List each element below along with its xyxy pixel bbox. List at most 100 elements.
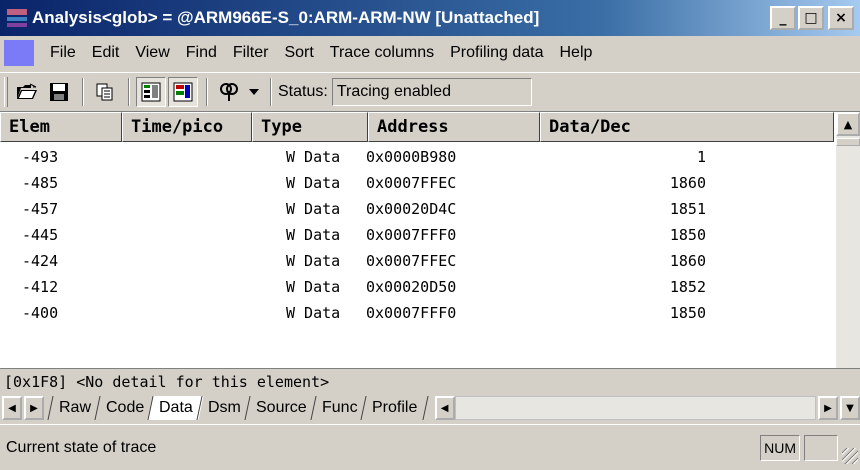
tab-func[interactable]: Func xyxy=(310,396,368,420)
cell-data: 1850 xyxy=(669,226,706,244)
tab-source[interactable]: Source xyxy=(244,396,318,420)
tab-scroll-right-icon[interactable]: ▶ xyxy=(24,396,44,420)
tab-label: Dsm xyxy=(208,399,241,416)
cell-elem: -412 xyxy=(22,278,59,296)
cell-type: W Data xyxy=(286,226,341,244)
cell-data: 1860 xyxy=(669,252,706,270)
table-row[interactable]: -400 W Data 0x0007FFF0 1850 xyxy=(0,300,834,326)
column-header-data[interactable]: Data/Dec xyxy=(540,112,834,142)
filter-view-icon[interactable] xyxy=(136,77,166,107)
horizontal-scrollbar[interactable]: ◀ ▶ ▼ xyxy=(433,396,860,420)
colored-view-icon[interactable] xyxy=(168,77,198,107)
tab-strip: ◀ ▶ Raw Code Data Dsm Source Func Profil… xyxy=(0,394,860,422)
tab-label: Profile xyxy=(372,399,418,416)
table-row[interactable]: -493 W Data 0x0000B980 1 xyxy=(0,144,834,170)
tab-code[interactable]: Code xyxy=(94,396,155,420)
menu-trace-columns[interactable]: Trace columns xyxy=(322,44,442,62)
tab-label: Func xyxy=(321,399,358,416)
trace-grid: Elem Time/pico Type Address Data/Dec -49… xyxy=(0,112,860,368)
scroll-track[interactable] xyxy=(454,396,816,420)
num-indicator: NUM xyxy=(760,434,800,461)
tab-label: Data xyxy=(159,399,194,416)
cell-data: 1 xyxy=(696,148,706,166)
column-header-address[interactable]: Address xyxy=(368,112,540,142)
menu-filter[interactable]: Filter xyxy=(225,44,277,62)
cell-elem: -424 xyxy=(22,252,59,270)
cell-elem: -445 xyxy=(22,226,59,244)
status-label: Status: xyxy=(278,83,328,100)
maximize-button[interactable]: □ xyxy=(798,6,824,30)
table-row[interactable]: -457 W Data 0x00020D4C 1851 xyxy=(0,196,834,222)
scroll-up-icon[interactable]: ▲ xyxy=(836,112,860,136)
menu-help[interactable]: Help xyxy=(552,44,601,62)
tab-raw[interactable]: Raw xyxy=(47,396,102,420)
tab-label: Code xyxy=(106,399,145,416)
status-bar: Current state of trace NUM xyxy=(0,424,860,470)
tab-dsm[interactable]: Dsm xyxy=(196,396,252,420)
toolbar-separator xyxy=(82,78,84,106)
cell-type: W Data xyxy=(286,148,341,166)
menu-profiling-data[interactable]: Profiling data xyxy=(442,44,551,62)
save-icon[interactable] xyxy=(44,77,74,107)
scroll-down-icon[interactable]: ▼ xyxy=(840,396,860,420)
copy-icon[interactable] xyxy=(90,77,120,107)
cell-type: W Data xyxy=(286,278,341,296)
menu-sort[interactable]: Sort xyxy=(276,44,321,62)
scroll-right-icon[interactable]: ▶ xyxy=(818,396,838,420)
column-header-time[interactable]: Time/pico xyxy=(122,112,252,142)
detail-line: [0x1F8] <No detail for this element> xyxy=(0,368,860,394)
status-text: Current state of trace xyxy=(6,438,157,456)
window-title: Analysis<glob> = @ARM966E-S_0:ARM-ARM-NW… xyxy=(32,8,540,27)
status-panel-empty xyxy=(804,434,838,461)
trace-options-icon[interactable] xyxy=(214,77,244,107)
table-row[interactable]: -485 W Data 0x0007FFEC 1860 xyxy=(0,170,834,196)
scroll-left-icon[interactable]: ◀ xyxy=(434,396,455,420)
cell-address: 0x0007FFEC xyxy=(366,174,457,192)
column-header-type[interactable]: Type xyxy=(252,112,368,142)
cell-elem: -457 xyxy=(22,200,59,218)
system-menu-icon[interactable] xyxy=(4,40,34,66)
toolbar-separator xyxy=(128,78,130,106)
cell-address: 0x0007FFF0 xyxy=(366,226,457,244)
close-button[interactable]: × xyxy=(828,6,854,30)
cell-type: W Data xyxy=(286,200,341,218)
cell-type: W Data xyxy=(286,174,341,192)
menu-bar: File Edit View Find Filter Sort Trace co… xyxy=(0,36,860,70)
grid-header: Elem Time/pico Type Address Data/Dec xyxy=(0,112,834,142)
tab-data[interactable]: Data xyxy=(147,396,204,420)
cell-address: 0x00020D50 xyxy=(366,278,457,296)
toolbar-separator xyxy=(270,78,272,106)
table-row[interactable]: -412 W Data 0x00020D50 1852 xyxy=(0,274,834,300)
grid-rows: -493 W Data 0x0000B980 1 -485 W Data 0x0… xyxy=(0,144,834,326)
cell-address: 0x0007FFF0 xyxy=(366,304,457,322)
tab-label: Raw xyxy=(59,399,92,416)
cell-data: 1860 xyxy=(669,174,706,192)
table-row[interactable]: -424 W Data 0x0007FFEC 1860 xyxy=(0,248,834,274)
cell-elem: -493 xyxy=(22,148,59,166)
title-bar[interactable]: Analysis<glob> = @ARM966E-S_0:ARM-ARM-NW… xyxy=(0,0,860,36)
vertical-scrollbar[interactable]: ▲ xyxy=(836,112,860,368)
menu-file[interactable]: File xyxy=(42,44,84,62)
toolbar-separator xyxy=(206,78,208,106)
menu-find[interactable]: Find xyxy=(178,44,225,62)
menu-view[interactable]: View xyxy=(127,44,177,62)
minimize-button[interactable]: _ xyxy=(770,6,796,30)
column-header-elem[interactable]: Elem xyxy=(0,112,122,142)
cell-elem: -400 xyxy=(22,304,59,322)
menu-edit[interactable]: Edit xyxy=(84,44,128,62)
tab-label: Source xyxy=(255,399,307,416)
status-field: Tracing enabled xyxy=(331,78,532,106)
table-row[interactable]: -445 W Data 0x0007FFF0 1850 xyxy=(0,222,834,248)
dropdown-arrow-icon[interactable] xyxy=(246,77,262,107)
scroll-thumb[interactable] xyxy=(836,138,860,146)
cell-data: 1851 xyxy=(669,200,706,218)
cell-data: 1850 xyxy=(669,304,706,322)
resize-grip-icon[interactable] xyxy=(842,447,858,464)
cell-type: W Data xyxy=(286,252,341,270)
toolbar-grip[interactable] xyxy=(4,77,8,107)
tab-scroll-left-icon[interactable]: ◀ xyxy=(2,396,22,420)
tab-profile[interactable]: Profile xyxy=(360,396,430,420)
cell-type: W Data xyxy=(286,304,341,322)
toolbar: Status: Tracing enabled xyxy=(0,72,860,112)
open-folder-icon[interactable] xyxy=(12,77,42,107)
